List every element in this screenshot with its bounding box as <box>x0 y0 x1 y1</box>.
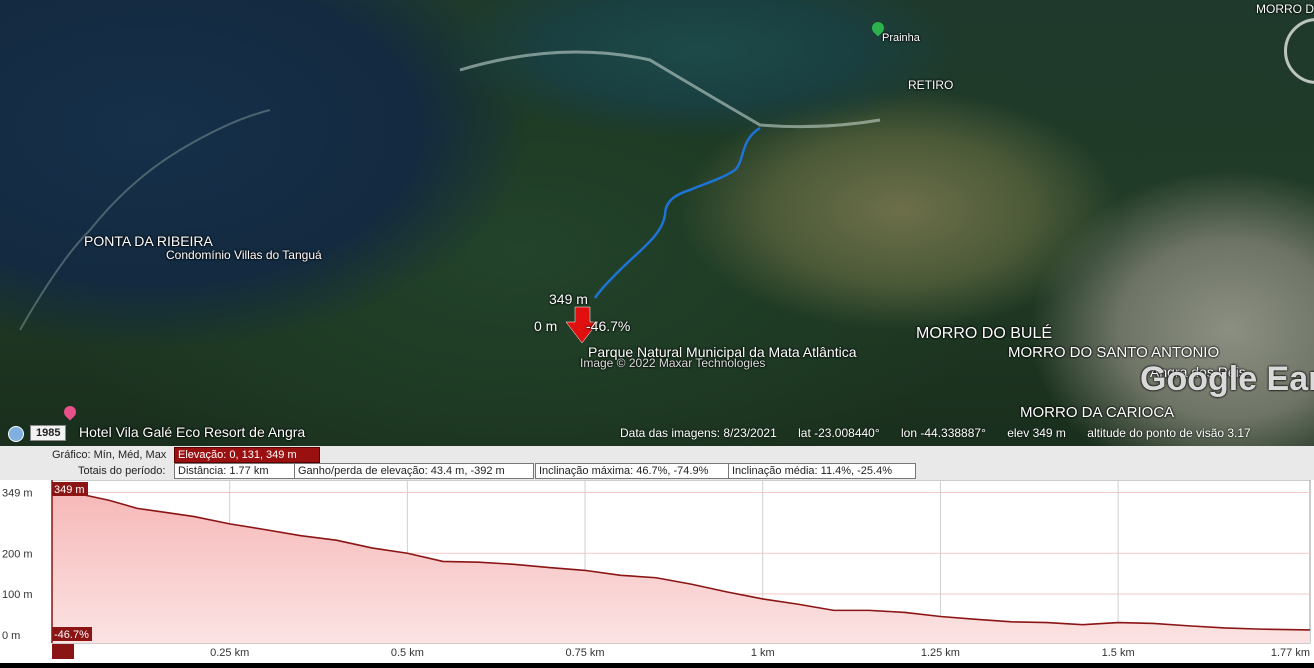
label-morro-carioca: MORRO DA CARIOCA <box>1020 404 1175 421</box>
image-credit: Image © 2022 Maxar Technologies <box>580 356 766 370</box>
graph-label: Gráfico: Mín, Méd, Max <box>52 449 167 461</box>
y-tick-label: 200 m <box>2 548 33 560</box>
x-tick-label: 1 km <box>751 647 775 659</box>
elevation-readout: elev 349 m <box>1007 426 1066 440</box>
historical-year-button[interactable]: 1985 <box>30 425 67 441</box>
elevation-stat[interactable]: Elevação: 0, 131, 349 m <box>174 447 320 463</box>
y-tick-label: 0 m <box>2 630 20 642</box>
label-condominio: Condomínio Villas do Tanguá <box>166 248 322 262</box>
label-ponta-ribeira: PONTA DA RIBEIRA <box>84 233 213 249</box>
map-terrain <box>19 50 881 344</box>
status-bar: Data das imagens: 8/23/2021 lat -23.0084… <box>620 426 1269 440</box>
cursor-distance-badge <box>52 644 74 659</box>
x-tick-label: 0.75 km <box>565 647 604 659</box>
google-earth-watermark: Google Ear <box>1140 360 1314 398</box>
eye-altitude: altitude do ponto de visão 3.17 <box>1087 426 1251 440</box>
elevation-chart-svg[interactable]: 349 m200 m100 m0 m 0 m0.25 km0.5 km0.75 … <box>0 479 1314 663</box>
marker-elevation: 349 m <box>549 291 588 307</box>
elevation-chart[interactable]: 349 m200 m100 m0 m 0 m0.25 km0.5 km0.75 … <box>0 479 1314 663</box>
y-tick-label: 349 m <box>2 487 33 499</box>
x-tick-label: 0.25 km <box>210 647 249 659</box>
x-tick-label: 1.5 km <box>1102 647 1135 659</box>
marker-zero: 0 m <box>534 318 558 334</box>
avg-slope-stat[interactable]: Inclinação média: 11.4%, -25.4% <box>728 463 916 479</box>
elevation-profile-panel: Gráfico: Mín, Méd, Max Elevação: 0, 131,… <box>0 446 1314 663</box>
x-tick-label: 1.25 km <box>921 647 960 659</box>
gain-loss-stat[interactable]: Ganho/perda de elevação: 43.4 m, -392 m <box>294 463 534 479</box>
map-view[interactable]: MORRO D Prainha RETIRO PONTA DA RIBEIRA … <box>0 0 1314 446</box>
label-morro-bule: MORRO DO BULÉ <box>916 325 1053 342</box>
stats-bar: Gráfico: Mín, Méd, Max Elevação: 0, 131,… <box>0 446 1314 480</box>
x-tick-label: 0.5 km <box>391 647 424 659</box>
label-retiro: RETIRO <box>908 78 954 92</box>
label-morro-top: MORRO D <box>1256 2 1314 16</box>
label-hotel[interactable]: Hotel Vila Galé Eco Resort de Angra <box>79 424 305 440</box>
clock-icon[interactable] <box>8 426 24 442</box>
longitude: lon -44.338887° <box>901 426 986 440</box>
marker-slope: -46.7% <box>586 318 631 334</box>
distance-stat[interactable]: Distância: 1.77 km <box>174 463 296 479</box>
label-prainha[interactable]: Prainha <box>882 32 920 44</box>
label-morro-santo-antonio: MORRO DO SANTO ANTONIO <box>1008 344 1220 361</box>
track-path <box>593 126 761 299</box>
cursor-elevation-label: 349 m <box>54 484 85 496</box>
cursor-slope-label: -46.7% <box>54 629 89 641</box>
x-tick-label: 1.77 km <box>1271 647 1310 659</box>
max-slope-stat[interactable]: Inclinação máxima: 46.7%, -74.9% <box>535 463 729 479</box>
y-tick-label: 100 m <box>2 589 33 601</box>
totals-label: Totais do período: <box>78 465 166 477</box>
image-date: Data das imagens: 8/23/2021 <box>620 426 777 440</box>
latitude: lat -23.008440° <box>798 426 880 440</box>
